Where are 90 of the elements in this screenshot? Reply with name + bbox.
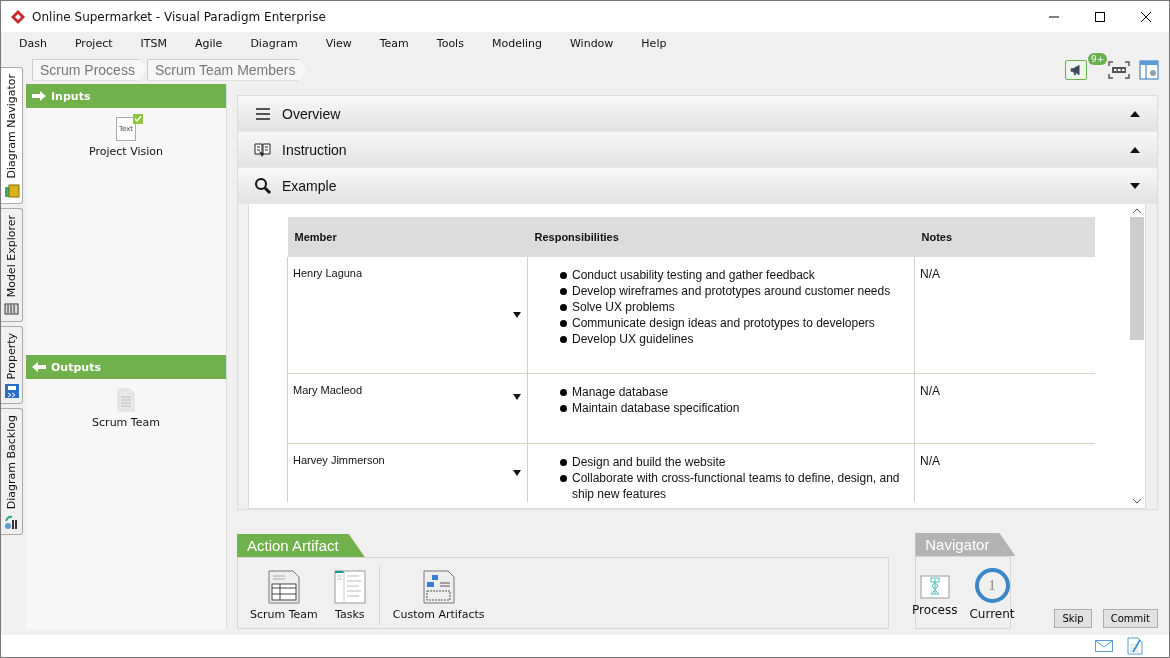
bullet-icon	[560, 304, 567, 311]
column-header: Responsibilities	[527, 217, 915, 257]
responsibility-text: Manage database	[572, 384, 669, 400]
responsibility-text: Design and build the website	[572, 454, 726, 470]
menu-item[interactable]: Tools	[436, 37, 464, 50]
side-tab[interactable]: Diagram Backlog	[1, 408, 23, 535]
outputs-title: Outputs	[51, 360, 101, 374]
responsibility-text: Conduct usability testing and gather feedback	[572, 267, 815, 283]
section-title: Example	[282, 177, 337, 194]
menu-item[interactable]: Project	[74, 37, 113, 50]
close-icon	[1141, 11, 1151, 22]
bullet-icon	[560, 288, 567, 295]
step-number-ring: 1	[974, 568, 1010, 603]
window-title: Online Supermarket - Visual Paradigm Enterprise	[32, 9, 326, 24]
responsibility-text: Maintain database specification	[572, 400, 740, 416]
bullet-icon	[560, 459, 567, 466]
book-pointer-icon	[254, 140, 272, 159]
menu-item[interactable]: Dash	[19, 37, 47, 50]
menu-item[interactable]: Diagram	[250, 37, 298, 50]
bullet-icon	[560, 405, 567, 412]
action-button[interactable]: Skip	[1054, 609, 1092, 628]
property-sheet-icon	[3, 383, 20, 400]
member-name: Henry Laguna	[293, 267, 364, 279]
menu-item[interactable]: Help	[641, 37, 667, 50]
scroll-up-icon[interactable]	[1133, 208, 1141, 213]
layout-document-icon	[422, 569, 455, 604]
side-tab[interactable]: Model Explorer	[1, 207, 23, 322]
dropdown-caret-icon[interactable]	[513, 470, 521, 476]
left-arrow-icon	[31, 361, 47, 373]
menu-item[interactable]: Agile	[195, 37, 223, 50]
menu-item[interactable]: View	[325, 37, 352, 50]
artifact-tool-button[interactable]: Custom Artifacts	[386, 569, 491, 621]
navigator-button[interactable]: Process	[905, 572, 964, 617]
task-list-icon	[333, 569, 366, 604]
side-tab[interactable]: Property	[1, 325, 23, 405]
notes-text: N/A	[920, 267, 940, 281]
search-icon	[254, 176, 272, 195]
folders-icon	[3, 300, 20, 317]
breadcrumb-item[interactable]: Scrum Team Members	[146, 58, 308, 81]
megaphone-icon	[1069, 62, 1083, 77]
responsibility-text: Develop wireframes and prototypes around customer needs	[572, 283, 891, 299]
menu-item[interactable]: Window	[569, 37, 614, 50]
section-title: Overview	[282, 105, 341, 122]
table-document-icon	[267, 569, 300, 604]
scrollbar-thumb[interactable]	[1130, 217, 1144, 340]
dropdown-caret-icon[interactable]	[513, 394, 521, 400]
breadcrumb-item[interactable]: Scrum Process	[32, 58, 147, 81]
menu-item[interactable]: Modeling	[491, 37, 542, 50]
section-header[interactable]: Overview	[238, 96, 1157, 132]
bullet-icon	[560, 320, 567, 327]
scroll-down-icon[interactable]	[1133, 499, 1141, 504]
dropdown-caret-icon[interactable]	[513, 312, 521, 318]
menu-item[interactable]: Team	[379, 37, 409, 50]
column-header: Member	[287, 217, 528, 257]
bullet-icon	[560, 336, 567, 343]
bullet-icon	[560, 389, 567, 396]
artifact-label[interactable]: Project Vision	[89, 145, 163, 158]
section-header[interactable]: Instruction	[238, 132, 1157, 168]
responsibility-text: Solve UX problems	[572, 299, 675, 315]
layout-panel-icon[interactable]	[1139, 59, 1159, 80]
artifact-tool-button[interactable]: Tasks	[327, 569, 372, 621]
section-title: Instruction	[282, 141, 347, 158]
responsibility-text: Collaborate with cross-functional teams to define, design, and ship new features	[572, 470, 901, 502]
bullet-icon	[560, 272, 567, 279]
notes-text: N/A	[920, 454, 940, 468]
section-header[interactable]: Example	[238, 168, 1157, 204]
mail-icon[interactable]	[1095, 640, 1113, 652]
app-logo-icon	[10, 8, 26, 25]
maximize-icon	[1095, 11, 1105, 22]
inputs-title: Inputs	[51, 89, 91, 103]
bullet-icon	[560, 475, 567, 482]
navigator-button[interactable]: 1 Current	[963, 568, 1021, 621]
menu-item[interactable]: ITSM	[140, 37, 167, 50]
flowchart-icon	[919, 572, 950, 599]
responsibility-text: Communicate design ideas and prototypes to developers	[572, 315, 875, 331]
announcement-button[interactable]	[1065, 59, 1087, 80]
notes-text: N/A	[920, 384, 940, 398]
artifact-label[interactable]: Scrum Team	[92, 416, 160, 429]
bar-chart-icon	[3, 513, 20, 530]
action-button[interactable]: Commit	[1102, 609, 1158, 628]
right-arrow-icon	[31, 90, 47, 102]
column-header: Notes	[914, 217, 1095, 257]
edit-document-icon[interactable]	[1127, 637, 1143, 655]
artifact-tool-button[interactable]: Scrum Team	[244, 569, 324, 621]
responsibility-text: Develop UX guidelines	[572, 331, 694, 347]
fit-screen-icon[interactable]	[1108, 60, 1130, 79]
side-tab[interactable]: Diagram Navigator	[1, 67, 23, 204]
member-name: Harvey Jimmerson	[293, 454, 386, 466]
member-name: Mary Macleod	[293, 384, 364, 396]
book-stack-icon	[3, 182, 20, 199]
